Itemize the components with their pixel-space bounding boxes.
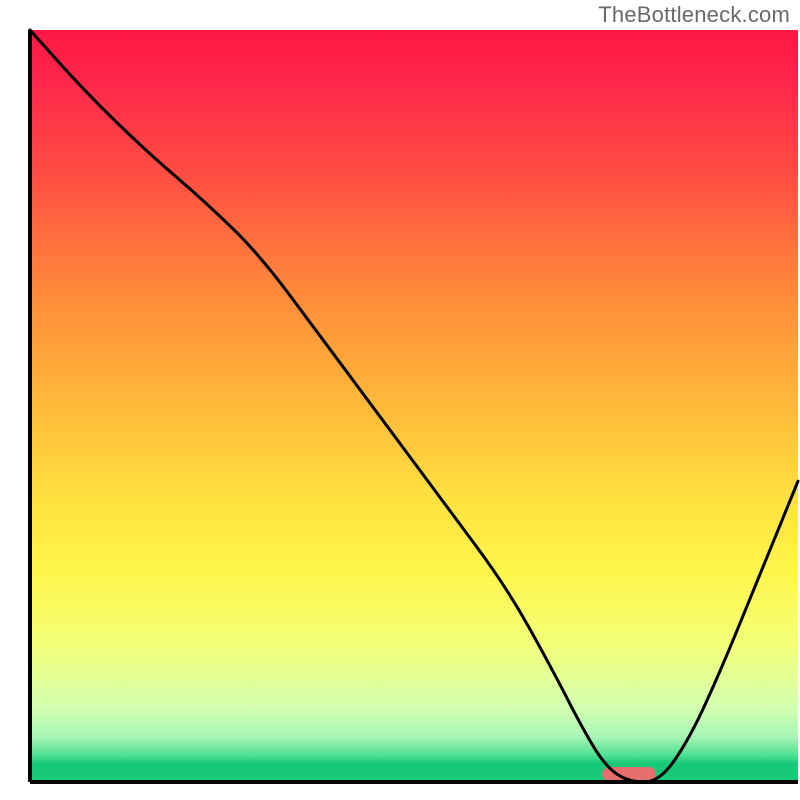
bottleneck-chart [0, 0, 800, 800]
gradient-background [30, 30, 798, 782]
chart-container: TheBottleneck.com [0, 0, 800, 800]
